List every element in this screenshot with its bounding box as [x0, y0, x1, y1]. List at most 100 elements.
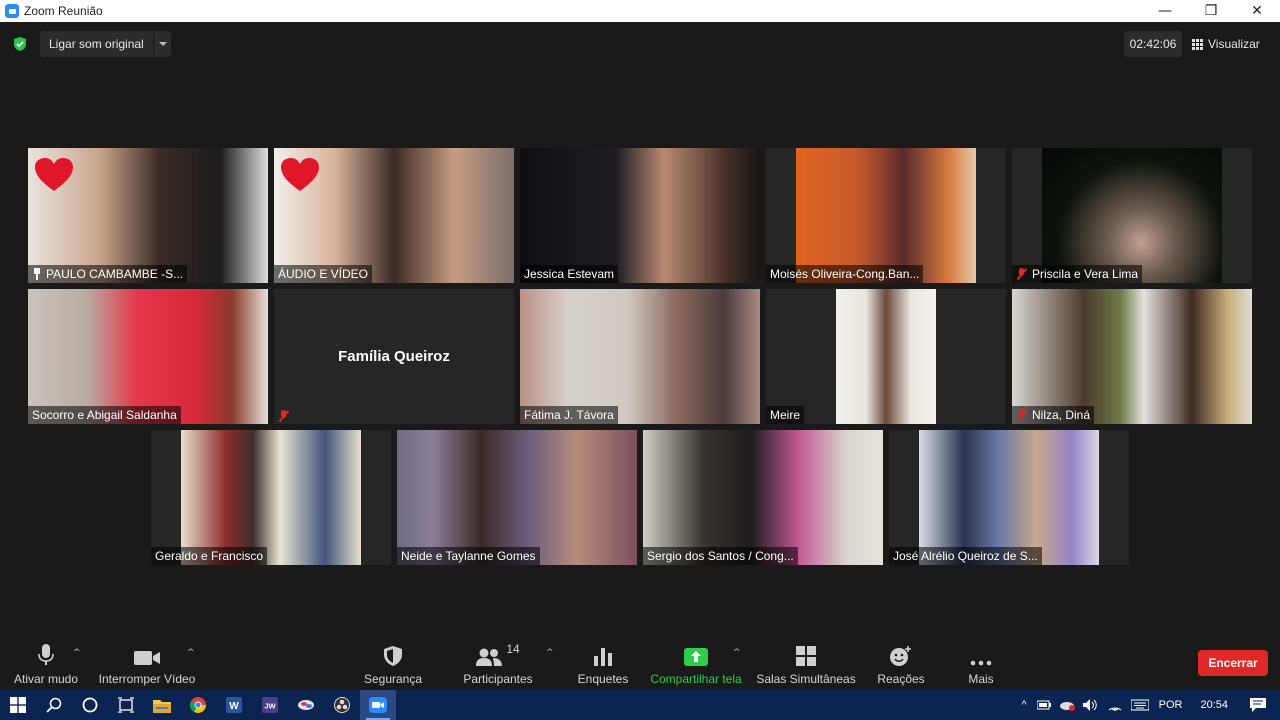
meeting-stage: Ligar som original 02:42:06 Visualizar P…: [0, 22, 1280, 632]
more-label: Mais: [968, 672, 994, 686]
volume-icon[interactable]: [1082, 699, 1099, 711]
participant-tile[interactable]: Fátima J. Távora: [520, 289, 760, 424]
participant-tile[interactable]: Jessica Estevam: [520, 148, 760, 283]
jw-library-taskbar-app[interactable]: JW: [252, 690, 288, 720]
show-hidden-icons-chevron[interactable]: ^: [1021, 699, 1026, 711]
zoom-taskbar-app[interactable]: [360, 690, 396, 720]
app-taskbar-item[interactable]: [288, 690, 324, 720]
reactions-button[interactable]: Reações: [876, 642, 926, 688]
svg-text:W: W: [229, 701, 239, 712]
wifi-icon[interactable]: [1107, 699, 1123, 711]
participant-name-tag: ÁUDIO E VÍDEO: [274, 265, 373, 283]
windows-taskbar: W JW ^ POR 20:54: [0, 690, 1280, 720]
notification-center-icon[interactable]: [1250, 698, 1266, 712]
participant-name-tag: Geraldo e Francisco: [151, 547, 268, 565]
participant-tile[interactable]: Sergio dos Santos / Cong...: [643, 430, 883, 565]
video-off-name: Família Queiroz: [338, 348, 450, 365]
original-sound-dropdown[interactable]: [153, 31, 171, 57]
participants-options-caret[interactable]: ^: [546, 648, 554, 658]
task-view-icon: [118, 697, 134, 713]
app-icon: [298, 700, 314, 710]
video-feed: [1042, 148, 1222, 283]
video-feed: [397, 430, 637, 565]
participant-tile[interactable]: Geraldo e Francisco: [151, 430, 391, 565]
participant-tile-active-speaker[interactable]: Neide e Taylanne Gomes: [397, 430, 637, 565]
original-sound-button[interactable]: Ligar som original: [40, 31, 171, 57]
end-meeting-button[interactable]: Encerrar: [1198, 650, 1268, 676]
onedrive-icon[interactable]: [1059, 699, 1075, 711]
polls-label: Enquetes: [577, 672, 629, 686]
cortana-button[interactable]: [72, 690, 108, 720]
task-view-button[interactable]: [108, 690, 144, 720]
security-button[interactable]: Segurança: [362, 642, 424, 688]
participant-tile[interactable]: Meire: [766, 289, 1006, 424]
pin-icon: [32, 268, 42, 280]
chrome-taskbar-app[interactable]: [180, 690, 216, 720]
participant-name-tag: José Alrélio Queiroz de S...: [889, 547, 1042, 565]
participant-name: Nilza, Diná: [1032, 408, 1091, 422]
participant-name-tag: Sergio dos Santos / Cong...: [643, 547, 798, 565]
battery-icon[interactable]: [1036, 700, 1051, 710]
cortana-circle-icon: [82, 697, 98, 713]
chevron-down-icon: [158, 42, 167, 46]
polls-chart-icon: [594, 648, 612, 666]
stop-video-button[interactable]: Interromper Vídeo: [98, 642, 196, 688]
share-screen-button[interactable]: Compartilhar tela: [650, 642, 742, 688]
more-dots-icon: [970, 660, 992, 666]
participant-tile[interactable]: Nilza, Diná: [1012, 289, 1252, 424]
encryption-shield-icon[interactable]: [12, 36, 28, 52]
participant-name-tag: Meire: [766, 406, 805, 424]
video-feed: [836, 289, 936, 424]
participants-label: Participantes: [463, 672, 533, 686]
participant-tile[interactable]: Socorro e Abigail Saldanha: [28, 289, 268, 424]
muted-mic-icon: [1016, 268, 1027, 280]
participant-name: Jessica Estevam: [524, 267, 615, 281]
participant-name: Neide e Taylanne Gomes: [401, 549, 536, 563]
participant-tile[interactable]: Priscila e Vera Lima: [1012, 148, 1252, 283]
mute-button[interactable]: Ativar mudo: [12, 642, 80, 688]
participant-tile[interactable]: José Alrélio Queiroz de S...: [889, 430, 1129, 565]
windows-logo-icon: [10, 697, 26, 713]
participant-tile[interactable]: Família Queiroz: [274, 289, 514, 424]
participant-tile[interactable]: PAULO CAMBAMBE -S...: [28, 148, 268, 283]
close-button[interactable]: ✕: [1234, 0, 1280, 22]
security-shield-icon: [384, 646, 402, 666]
participants-button[interactable]: 14 Participantes: [462, 642, 534, 688]
chrome-icon: [190, 697, 206, 713]
participant-name: Priscila e Vera Lima: [1032, 267, 1139, 281]
mute-options-caret[interactable]: ^: [73, 648, 81, 658]
video-feed: [1012, 289, 1252, 424]
breakout-label: Salas Simultâneas: [756, 672, 856, 686]
polls-button[interactable]: Enquetes: [576, 642, 630, 688]
system-tray: ^ POR 20:54: [1015, 690, 1280, 720]
obs-taskbar-app[interactable]: [324, 690, 360, 720]
input-language[interactable]: POR: [1159, 699, 1183, 711]
video-feed: [520, 289, 760, 424]
participant-name: Socorro e Abigail Saldanha: [32, 408, 177, 422]
participants-count: 14: [506, 642, 520, 656]
minimize-button[interactable]: —: [1142, 0, 1188, 22]
participant-name-tag: Socorro e Abigail Saldanha: [28, 406, 181, 424]
meeting-timer: 02:42:06: [1124, 31, 1182, 57]
keyboard-icon[interactable]: [1130, 699, 1149, 711]
microphone-icon: [38, 644, 54, 665]
participants-icon: [476, 648, 503, 666]
video-options-caret[interactable]: ^: [187, 648, 195, 658]
participant-tile[interactable]: ÁUDIO E VÍDEO: [274, 148, 514, 283]
more-button[interactable]: Mais: [964, 642, 998, 688]
windows-start-button[interactable]: [0, 690, 36, 720]
participant-tile[interactable]: Moisés Oliveira-Cong.Ban...: [766, 148, 1006, 283]
search-button[interactable]: [36, 690, 72, 720]
participant-name-tag: [274, 408, 298, 424]
view-button[interactable]: Visualizar: [1192, 31, 1272, 57]
share-options-caret[interactable]: ^: [733, 648, 741, 658]
breakout-rooms-button[interactable]: Salas Simultâneas: [756, 642, 856, 688]
video-camera-icon: [134, 651, 160, 665]
taskbar-clock[interactable]: 20:54: [1200, 699, 1228, 711]
participant-name: PAULO CAMBAMBE -S...: [46, 267, 184, 281]
maximize-button[interactable]: ❐: [1188, 0, 1234, 22]
file-explorer-taskbar-app[interactable]: [144, 690, 180, 720]
heart-reaction-icon: [35, 158, 73, 191]
participant-name-tag: Moisés Oliveira-Cong.Ban...: [766, 265, 924, 283]
word-taskbar-app[interactable]: W: [216, 690, 252, 720]
